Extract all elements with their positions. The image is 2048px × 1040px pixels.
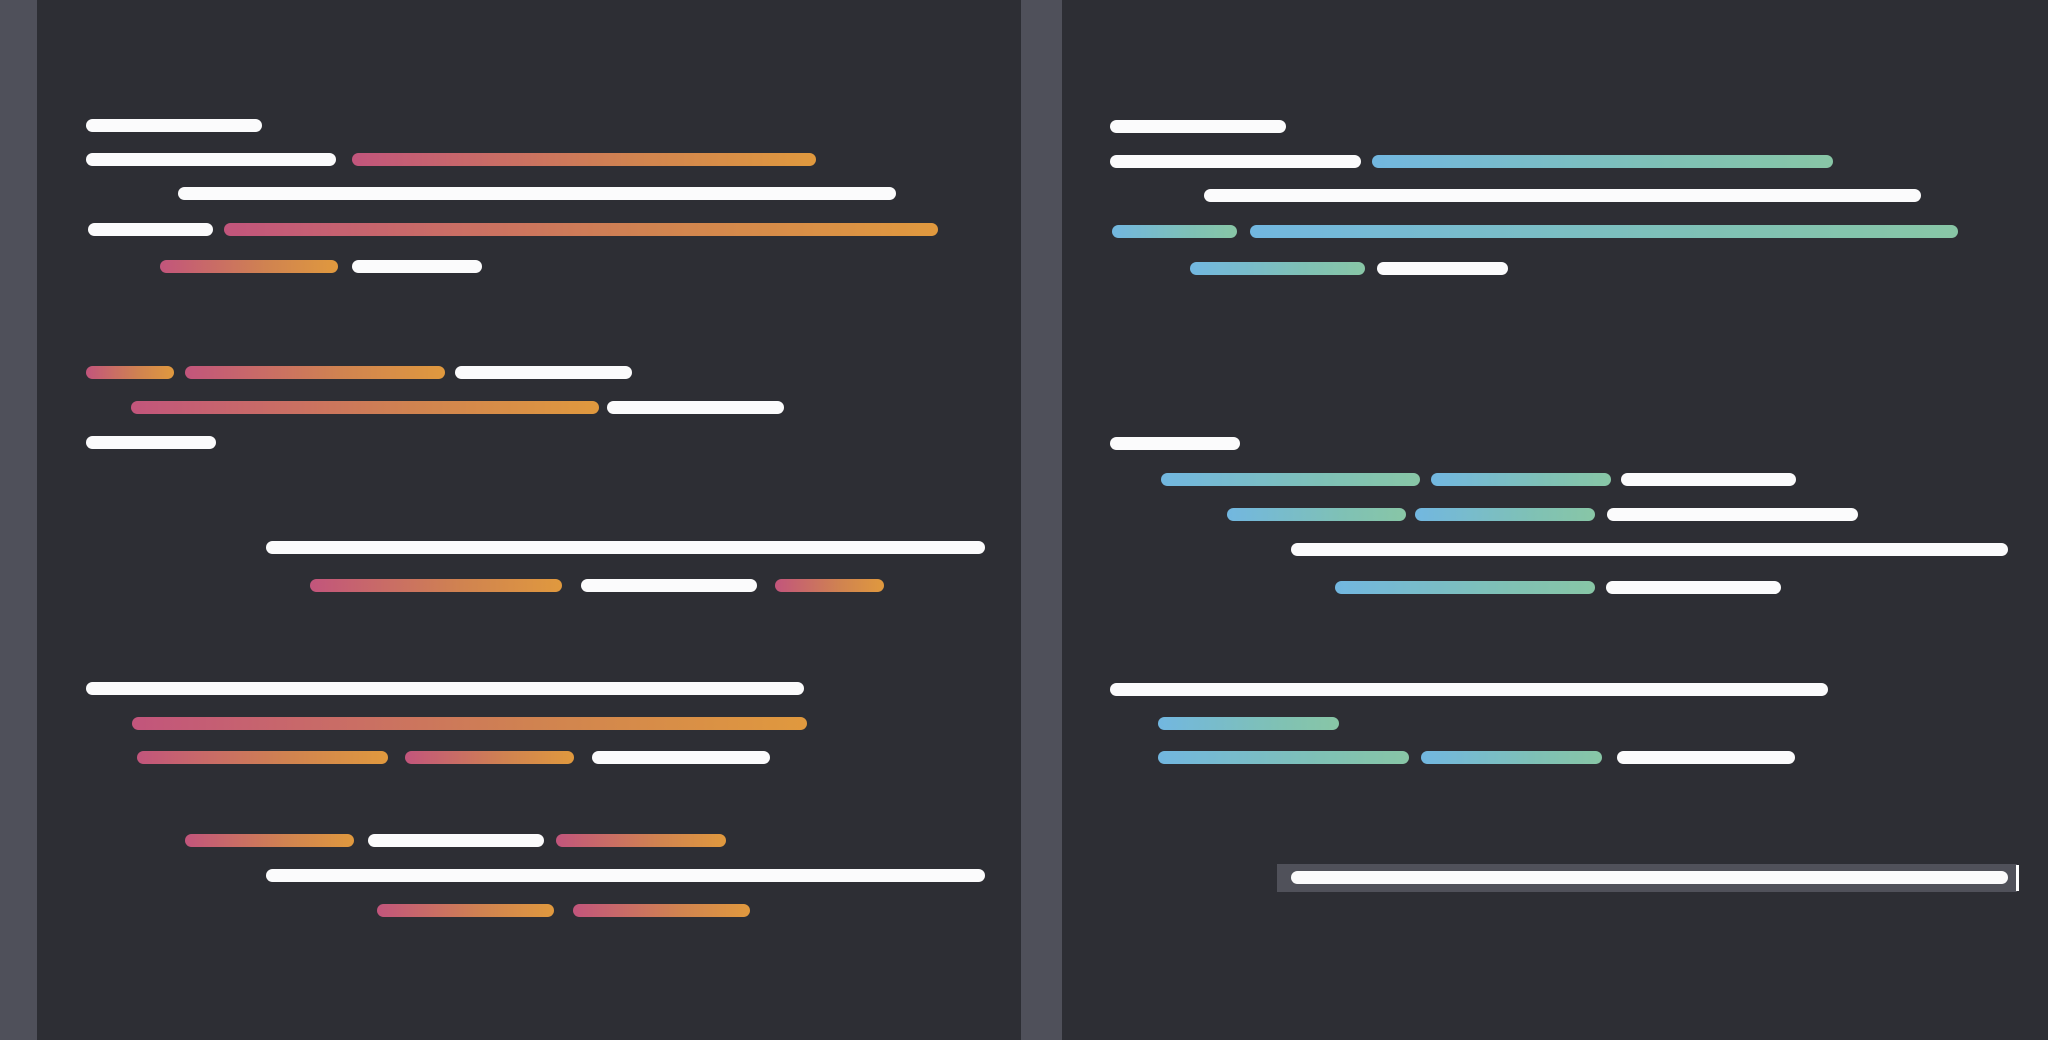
left-code-token-highlight [224,223,938,236]
right-code-token-text [1291,543,2008,556]
right-code-token-highlight [1158,751,1409,764]
left-code-token-text [607,401,784,414]
left-code-token-text [88,223,213,236]
left-code-token-highlight [310,579,562,592]
left-code-token-text [86,436,216,449]
right-code-token-highlight [1421,751,1602,764]
right-code-token-highlight [1431,473,1611,486]
left-code-token-highlight [775,579,884,592]
right-code-token-text [1204,189,1921,202]
right-code-token-text [1377,262,1508,275]
left-code-token-text [368,834,544,847]
left-code-token-text [581,579,757,592]
split-code-editor [0,0,2048,1040]
right-code-token-highlight [1372,155,1833,168]
right-code-token-highlight [1158,717,1339,730]
left-code-token-text [86,682,804,695]
left-code-token-text [86,119,262,132]
right-code-token-text [1110,437,1240,450]
right-code-token-text [1110,683,1828,696]
left-code-token-highlight [352,153,816,166]
right-code-token-highlight [1250,225,1958,238]
left-code-token-text [86,153,336,166]
left-code-token-highlight [86,366,174,379]
right-code-token-highlight [1415,508,1595,521]
right-code-token-text [1617,751,1795,764]
left-code-token-highlight [405,751,574,764]
right-code-token-highlight [1161,473,1420,486]
left-code-token-text [455,366,632,379]
text-cursor [2016,865,2019,891]
right-code-token-text [1291,871,2008,884]
left-code-token-text [266,541,985,554]
left-code-token-text [178,187,896,200]
left-code-token-highlight [132,717,807,730]
left-code-token-highlight [137,751,388,764]
left-code-token-highlight [131,401,599,414]
left-code-token-text [352,260,482,273]
left-code-token-highlight [185,834,354,847]
right-code-token-text [1110,120,1286,133]
right-code-token-highlight [1112,225,1237,238]
left-code-token-text [592,751,770,764]
right-code-token-text [1606,581,1781,594]
right-code-token-text [1621,473,1796,486]
left-code-token-text [266,869,985,882]
pane-divider[interactable] [1021,0,1062,1040]
right-code-token-highlight [1227,508,1406,521]
left-code-token-highlight [160,260,338,273]
right-code-token-highlight [1190,262,1365,275]
left-gutter [0,0,37,1040]
left-code-token-highlight [556,834,726,847]
right-code-token-highlight [1335,581,1595,594]
right-code-token-text [1607,508,1858,521]
right-code-token-text [1110,155,1361,168]
left-code-token-highlight [573,904,750,917]
left-code-token-highlight [377,904,554,917]
left-code-token-highlight [185,366,445,379]
